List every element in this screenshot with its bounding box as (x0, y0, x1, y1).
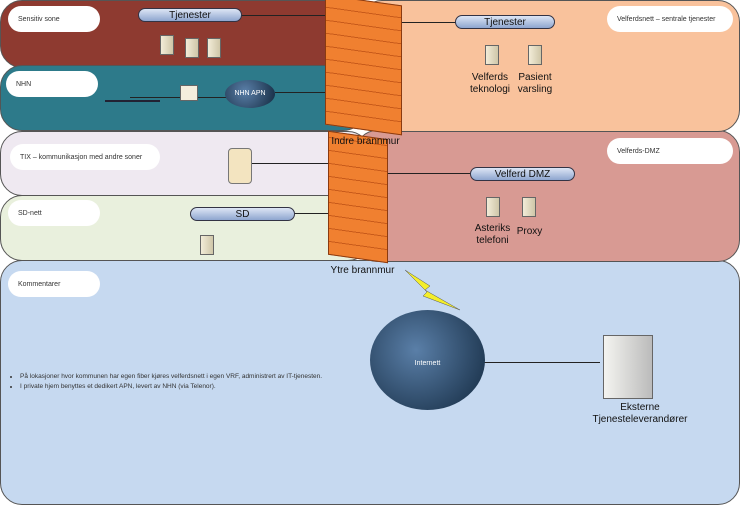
router-icon (228, 148, 252, 184)
inner-firewall (325, 0, 402, 136)
label-asteriks: Asteriks telefoni (474, 223, 511, 246)
zone-label-dmz: Velferds-DMZ (607, 138, 733, 164)
zone-label-tix: TIX – kommunikasjon med andre soner (10, 144, 160, 170)
devices-icon (105, 72, 160, 102)
server-icon (160, 35, 174, 55)
zone-label-nhn: NHN (6, 71, 98, 97)
lightning-icon (405, 269, 461, 311)
bus-sd: SD (190, 207, 295, 221)
server-icon (486, 197, 500, 217)
outer-firewall (328, 130, 388, 264)
label-indre-brannmur: Indre brannmur (331, 136, 400, 147)
label-eksterne: Eksterne Tjenesteleverandører (592, 402, 688, 425)
server-icon (200, 235, 214, 255)
comment-list: På lokasjoner hvor kommunen har egen fib… (8, 372, 322, 392)
server-icon (207, 38, 221, 58)
server-icon (185, 38, 199, 58)
label-velferdsteknologi: Velferds teknologi (469, 72, 511, 95)
building-icon (603, 335, 653, 399)
server-icon (528, 45, 542, 65)
zone-label-sensitiv: Sensitiv sone (8, 6, 100, 32)
zone-label-kommentarer: Kommentarer (8, 271, 100, 297)
comment-item: På lokasjoner hvor kommunen har egen fib… (20, 372, 322, 382)
label-ytre-brannmur: Ytre brannmur (330, 265, 395, 276)
zone-label-velferdsnett: Velferdsnett – sentrale tjenester (607, 6, 733, 32)
label-proxy: Proxy (516, 226, 543, 237)
zone-label-sd: SD-nett (8, 200, 100, 226)
bus-tjenester-sensitiv: Tjenester (138, 8, 242, 22)
house-icon (180, 85, 198, 101)
bus-velferd-dmz: Velferd DMZ (470, 167, 575, 181)
label-internett: Internett (414, 360, 441, 367)
bus-tjenester-velferd: Tjenester (455, 15, 555, 29)
label-nhn-apn: NHN APN (234, 90, 266, 97)
label-pasientvarsling: Pasient varsling (517, 72, 553, 95)
server-icon (485, 45, 499, 65)
comment-item: I private hjem benyttes et dedikert APN,… (20, 382, 322, 392)
server-icon (522, 197, 536, 217)
